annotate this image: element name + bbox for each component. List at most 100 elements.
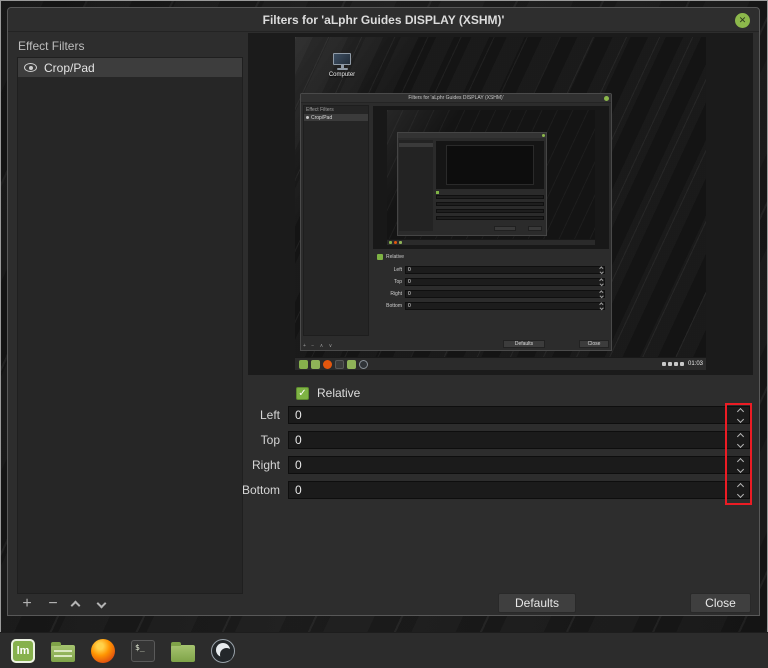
left-label: Left xyxy=(158,408,288,422)
preview-files-icon xyxy=(311,360,320,369)
folder-launcher[interactable] xyxy=(170,638,196,664)
chevron-up-icon xyxy=(71,601,81,611)
filter-list-toolbar: + − xyxy=(20,594,112,614)
preview-row-label: Right xyxy=(357,291,405,297)
preview-row-field: 0 xyxy=(405,290,605,298)
spin-down-icon[interactable] xyxy=(736,440,743,447)
add-filter-button[interactable]: + xyxy=(20,594,34,614)
preview-titlebar: Filters for 'aLphr Guides DISPLAY (XSHM)… xyxy=(301,94,611,103)
obs-icon xyxy=(211,639,235,663)
visibility-eye-icon[interactable] xyxy=(24,63,37,72)
preview-row-value: 0 xyxy=(406,267,411,273)
preview-tray-icon xyxy=(680,362,684,366)
mint-logo-icon: lm xyxy=(11,639,35,663)
left-value: 0 xyxy=(289,408,302,422)
preview-relative-label: Relative xyxy=(386,254,404,260)
top-value: 0 xyxy=(289,433,302,447)
spin-down-icon[interactable] xyxy=(736,490,743,497)
close-button[interactable]: Close xyxy=(690,593,751,613)
preview-menu-icon xyxy=(299,360,308,369)
preview-filter-label: Crop/Pad xyxy=(311,115,332,121)
preview-relative-checkbox xyxy=(377,254,383,260)
filter-list[interactable]: Crop/Pad xyxy=(17,57,243,594)
preview-computer-icon: Computer xyxy=(319,53,365,78)
preview-close-icon xyxy=(604,96,609,101)
preview-row-value: 0 xyxy=(406,303,411,309)
preview-list-toolbar: + − ∧ ∨ xyxy=(303,343,334,349)
preview-l3-close-button xyxy=(528,226,542,231)
top-input[interactable]: 0 xyxy=(288,431,750,449)
left-row: Left 0 xyxy=(158,406,750,424)
preview-l3-filter-list xyxy=(399,140,433,231)
move-filter-up-button[interactable] xyxy=(72,599,86,609)
preview-filters-dialog: Filters for 'aLphr Guides DISPLAY (XSHM)… xyxy=(300,93,612,351)
relative-row: ✓ Relative xyxy=(296,385,360,401)
preview-area: Computer Filters for 'aLphr Guides DISPL… xyxy=(248,33,753,375)
taskbar: lm $_ xyxy=(0,632,768,668)
terminal-icon: $_ xyxy=(131,640,155,662)
spin-down-icon[interactable] xyxy=(736,465,743,472)
bottom-label: Bottom xyxy=(158,483,288,497)
top-row: Top 0 xyxy=(158,431,750,449)
preview-l3-field xyxy=(436,216,544,220)
right-spinner xyxy=(733,457,747,473)
remove-filter-button[interactable]: − xyxy=(46,594,60,614)
spin-up-icon[interactable] xyxy=(736,457,743,464)
preview-l3-selected-row xyxy=(399,143,433,147)
files-launcher[interactable] xyxy=(50,638,76,664)
preview-obs-icon xyxy=(359,360,368,369)
spin-down-icon[interactable] xyxy=(736,415,743,422)
bottom-input[interactable]: 0 xyxy=(288,481,750,499)
preview-l3-close-icon xyxy=(542,134,545,137)
preview-l2-video xyxy=(387,110,595,245)
video-preview: Computer Filters for 'aLphr Guides DISPL… xyxy=(295,37,706,370)
preview-defaults-button: Defaults xyxy=(503,340,545,348)
spin-up-icon[interactable] xyxy=(736,407,743,414)
right-value: 0 xyxy=(289,458,302,472)
files-icon xyxy=(51,645,75,662)
filters-dialog: Filters for 'aLphr Guides DISPLAY (XSHM)… xyxy=(7,7,760,616)
preview-spinner-icons xyxy=(600,291,603,297)
preview-row-label: Top xyxy=(357,279,405,285)
preview-folder-icon xyxy=(347,360,356,369)
spin-up-icon[interactable] xyxy=(736,482,743,489)
defaults-button[interactable]: Defaults xyxy=(498,593,576,613)
preview-l3-folder-icon xyxy=(399,241,402,244)
terminal-launcher[interactable]: $_ xyxy=(130,638,156,664)
right-input[interactable]: 0 xyxy=(288,456,750,474)
mint-menu-button[interactable]: lm xyxy=(10,638,36,664)
bottom-spinner xyxy=(733,482,747,498)
preview-tray-icon xyxy=(668,362,672,366)
window-title: Filters for 'aLphr Guides DISPLAY (XSHM)… xyxy=(263,13,505,27)
preview-l3-dialog xyxy=(397,132,547,236)
preview-eye-icon xyxy=(306,116,309,119)
effect-filters-header: Effect Filters xyxy=(18,39,84,53)
preview-row-field: 0 xyxy=(405,266,605,274)
filter-item-crop-pad[interactable]: Crop/Pad xyxy=(18,58,242,77)
preview-form-row: Right 0 xyxy=(357,290,605,298)
right-label: Right xyxy=(158,458,288,472)
left-spinner xyxy=(733,407,747,423)
preview-l3-canvas xyxy=(436,141,544,189)
firefox-icon xyxy=(91,639,115,663)
obs-launcher[interactable] xyxy=(210,638,236,664)
relative-label: Relative xyxy=(317,386,360,400)
close-icon[interactable]: ✕ xyxy=(735,13,750,28)
preview-l3-menu-icon xyxy=(389,241,392,244)
left-input[interactable]: 0 xyxy=(288,406,750,424)
move-filter-down-button[interactable] xyxy=(98,602,112,607)
top-spinner xyxy=(733,432,747,448)
preview-form-row: Bottom 0 xyxy=(357,302,605,310)
preview-l3-titlebar xyxy=(398,133,546,138)
firefox-launcher[interactable] xyxy=(90,638,116,664)
preview-system-tray: 01:03 xyxy=(662,358,703,370)
preview-row-value: 0 xyxy=(406,291,411,297)
preview-l3-defaults-button xyxy=(494,226,516,231)
computer-icon-label: Computer xyxy=(319,72,365,78)
preview-row-field: 0 xyxy=(405,302,605,310)
relative-checkbox[interactable]: ✓ xyxy=(296,387,309,400)
spin-up-icon[interactable] xyxy=(736,432,743,439)
titlebar[interactable]: Filters for 'aLphr Guides DISPLAY (XSHM)… xyxy=(8,8,759,32)
preview-l3-video xyxy=(446,145,534,185)
folder-icon xyxy=(171,645,195,662)
